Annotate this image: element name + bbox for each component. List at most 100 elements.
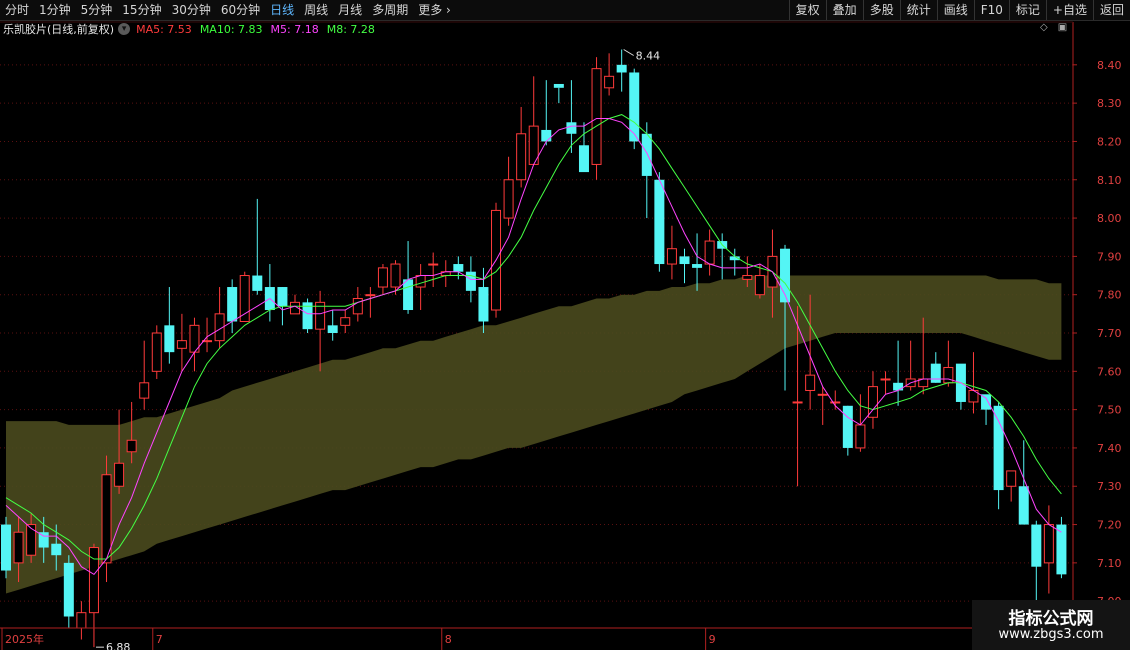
candle-body [742,275,753,280]
candle-body [1006,470,1017,487]
candle-body [516,133,527,181]
y-tick-label: 8.20 [1097,135,1122,148]
high-marker [623,49,634,56]
candle-body [1018,486,1029,525]
candle-body [403,279,414,311]
candle-body [352,298,363,315]
candle-body [164,325,175,353]
candle [139,340,150,410]
candle-body [390,263,401,288]
watermark-title: 指标公式网 [1008,609,1094,629]
candle-body [239,275,250,323]
y-tick-label: 7.40 [1097,442,1122,455]
candle [264,264,275,322]
candle-body [51,543,62,556]
x-tick-label: 8 [445,633,452,646]
candle [63,555,74,628]
candle-body [76,612,87,629]
candle-body [26,524,37,556]
candle-body [340,317,351,326]
candle [340,310,351,333]
candle-body [616,64,627,73]
y-tick-label: 8.10 [1097,174,1122,187]
y-tick-label: 8.30 [1097,97,1122,110]
candle-body [428,263,439,266]
y-tick-label: 7.70 [1097,327,1122,340]
candle [365,287,376,318]
candle [327,310,338,341]
candle-body [817,393,828,396]
candle [1006,470,1017,502]
high-label: 8.44 [636,49,661,62]
candle-body [503,179,514,219]
trend-band [6,275,1062,594]
candle [302,298,313,333]
candle [541,80,552,146]
candle-body [566,122,577,134]
candle-body [114,462,125,487]
candle [503,156,514,226]
candle [893,340,904,406]
candle-body [63,562,74,617]
y-tick-label: 8.40 [1097,59,1122,72]
y-tick-label: 8.00 [1097,212,1122,225]
candle-body [453,264,464,272]
x-tick-label: 7 [156,633,163,646]
candle-body [842,405,853,448]
candle [641,122,652,219]
candle [176,313,187,372]
candle [440,260,451,288]
candle-body [578,145,589,173]
candle [679,248,690,284]
candle [315,290,326,372]
y-tick-label: 7.30 [1097,480,1122,493]
candle [189,317,200,372]
candle [880,371,891,395]
candle-body [692,264,703,268]
candle-body [327,325,338,333]
candle [151,325,162,379]
candle-body [377,267,388,288]
y-tick-label: 7.10 [1097,557,1122,570]
candle [692,233,703,291]
watermark-url: www.zbgs3.com [998,627,1104,642]
candle-body [151,332,162,372]
candle-body [704,240,715,265]
candle [993,401,1004,510]
y-tick-label: 7.50 [1097,404,1122,417]
y-tick-label: 7.60 [1097,365,1122,378]
candle-body [930,363,941,383]
candle [428,252,439,288]
candle [516,106,527,188]
candle [415,264,426,311]
candle-body [754,275,765,296]
candle-body [792,401,803,404]
candle-body [277,287,288,307]
candle-body [139,382,150,399]
candle [968,352,979,414]
watermark: 指标公式网 www.zbgs3.com [972,600,1130,650]
y-tick-label: 7.20 [1097,519,1122,532]
candle-body [679,256,690,265]
candle [817,386,828,425]
candle-body [1,524,11,571]
candle-body [943,366,954,384]
candle [1018,440,1029,525]
candle [214,287,225,349]
candle [930,352,941,383]
candle-body [465,271,476,291]
candle-body [126,439,137,453]
candle-body [227,287,238,322]
candle [76,601,87,640]
candle [252,198,263,295]
candle-body [591,68,602,165]
y-tick-label: 7.90 [1097,250,1122,263]
candle-body [365,294,376,297]
candle-body [541,129,552,142]
candle-body [830,401,841,404]
candle [553,83,564,104]
candle [377,264,388,295]
candle-body [478,287,489,322]
candle-body [654,179,665,265]
candlestick-chart[interactable]: 8.40 8.30 8.20 8.10 8.00 7.90 7.80 7.70 7.60 7.50… [0,0,1130,650]
